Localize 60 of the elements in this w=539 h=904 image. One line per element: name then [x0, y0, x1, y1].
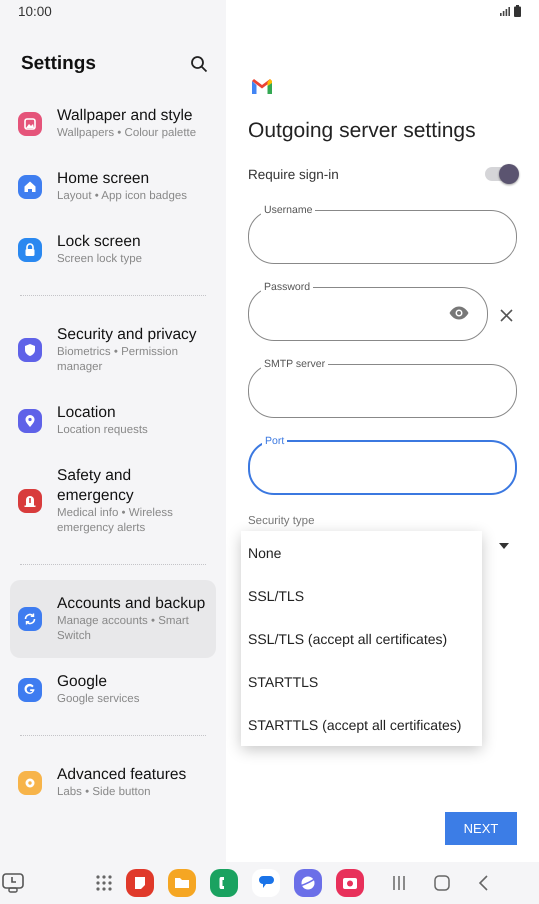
planet-app-icon[interactable] [294, 869, 322, 897]
item-title: Advanced features [57, 765, 186, 785]
eye-icon[interactable] [449, 306, 469, 320]
chat-app-icon[interactable] [252, 869, 280, 897]
settings-item[interactable]: Wallpaper and style Wallpapers • Colour palette [10, 92, 216, 155]
text-field[interactable]: Port [248, 435, 517, 495]
home-icon[interactable] [434, 875, 450, 891]
recents-icon[interactable] [392, 875, 406, 891]
apps-grid-icon[interactable] [96, 875, 112, 891]
item-title: Home screen [57, 169, 150, 189]
item-subtitle: Medical info • Wireless emergency alerts [57, 506, 174, 536]
close-icon[interactable] [500, 308, 513, 322]
text-field[interactable]: Password [248, 281, 488, 341]
settings-item[interactable]: Home screen Layout • App icon badges [10, 155, 216, 218]
item-subtitle: Location requests [57, 423, 148, 438]
settings-item[interactable]: Advanced features Labs • Side button [10, 751, 216, 814]
item-title: Lock screen [57, 232, 142, 252]
search-icon[interactable] [190, 55, 208, 73]
item-title: Location [57, 403, 117, 423]
item-title: Safety and emergency [57, 466, 135, 506]
menu-option[interactable]: STARTTLS (accept all certificates) [241, 703, 482, 746]
require-sign-in-label: Require sign-in [248, 166, 339, 182]
page-title: Outgoing server settings [248, 118, 477, 144]
status-time: 10:00 [18, 4, 52, 18]
toggle-switch[interactable] [485, 167, 517, 181]
settings-item[interactable]: Security and privacy Biometrics • Permission manager [10, 311, 216, 389]
next-button[interactable]: NEXT [445, 812, 517, 845]
settings-title: Settings [21, 53, 96, 75]
settings-item[interactable]: Google Google services [10, 658, 216, 721]
item-title: Security and privacy [57, 325, 198, 345]
back-icon[interactable] [478, 875, 488, 891]
item-title: Wallpaper and style [57, 106, 194, 126]
item-title: Google [57, 672, 108, 692]
item-subtitle: Wallpapers • Colour palette [57, 126, 196, 141]
item-title: Accounts and backup [57, 594, 206, 614]
phone-app-icon[interactable] [210, 869, 238, 897]
item-subtitle: Labs • Side button [57, 785, 152, 800]
mail-logo-icon [252, 79, 272, 94]
menu-option[interactable]: SSL/TLS [241, 574, 482, 617]
menu-option[interactable]: SSL/TLS (accept all certificates) [241, 617, 482, 660]
settings-item[interactable]: Location Location requests [10, 389, 216, 452]
signal-icon [500, 6, 510, 16]
settings-item[interactable]: Accounts and backup Manage accounts • Smart Switch [10, 580, 216, 658]
battery-icon [514, 5, 521, 17]
menu-option[interactable]: None [241, 531, 482, 574]
text-field[interactable]: SMTP server [248, 358, 517, 418]
settings-item[interactable]: Safety and emergency Medical info • Wireless emergency alerts [10, 452, 216, 550]
monitor-clock-icon[interactable] [2, 873, 24, 893]
item-subtitle: Biometrics • Permission manager [57, 345, 179, 375]
caret-icon[interactable] [499, 543, 509, 549]
security-type-label: Security type [248, 514, 316, 529]
text-field[interactable]: Username [248, 204, 517, 264]
menu-option[interactable]: STARTTLS [241, 660, 482, 703]
item-subtitle: Layout • App icon badges [57, 189, 187, 204]
item-subtitle: Manage accounts • Smart Switch [57, 614, 190, 644]
camera-app-icon[interactable] [336, 869, 364, 897]
settings-item[interactable]: Lock screen Screen lock type [10, 218, 216, 281]
item-subtitle: Google services [57, 692, 140, 707]
notes-app-icon[interactable] [126, 869, 154, 897]
item-subtitle: Screen lock type [57, 252, 142, 267]
